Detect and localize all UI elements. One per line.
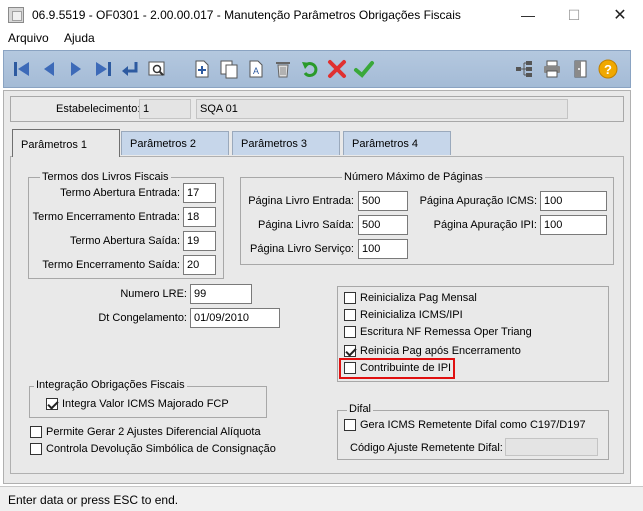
pagina-livro-saida-label: Página Livro Saída: (257, 219, 354, 231)
numero-lre-label: Numero LRE: (120, 288, 187, 300)
exit-icon[interactable] (568, 57, 592, 81)
checkbox-box (344, 292, 356, 304)
svg-text:?: ? (604, 62, 612, 77)
checkbox-box (30, 426, 42, 438)
app-icon (8, 7, 24, 23)
last-record-icon[interactable] (91, 57, 115, 81)
pagina-livro-entrada-label: Página Livro Entrada: (248, 195, 354, 207)
gera-icms-difal-checkbox[interactable]: Gera ICMS Remetente Difal como C197/D197 (344, 419, 586, 431)
highlight-box (339, 358, 455, 379)
checkbox-box (30, 443, 42, 455)
tab-parametros-1[interactable]: Parâmetros 1 (12, 129, 120, 157)
help-icon[interactable]: ? (596, 57, 620, 81)
pagina-apuracao-ipi-field[interactable]: 100 (540, 215, 607, 235)
dt-congelamento-label: Dt Congelamento: (98, 312, 187, 324)
checkbox-label: Reinicializa ICMS/IPI (360, 309, 463, 321)
print-icon[interactable] (540, 57, 564, 81)
termo-abertura-entrada-field[interactable]: 17 (183, 183, 216, 203)
checkbox-box (46, 398, 58, 410)
termo-encerramento-saida-label: Termo Encerramento Saída: (42, 259, 180, 271)
checkbox-label: Integra Valor ICMS Majorado FCP (62, 398, 229, 410)
previous-record-icon[interactable] (37, 57, 61, 81)
checkbox-label: Reinicia Pag após Encerramento (360, 345, 521, 357)
reinicia-pag-encerramento-checkbox[interactable]: Reinicia Pag após Encerramento (344, 345, 521, 357)
reinicializa-icms-ipi-checkbox[interactable]: Reinicializa ICMS/IPI (344, 309, 463, 321)
menu-arquivo[interactable]: Arquivo (8, 31, 49, 45)
copy-icon[interactable] (217, 57, 241, 81)
toolbar: A ? (3, 50, 631, 88)
pagina-livro-servico-label: Página Livro Serviço: (250, 243, 354, 255)
codigo-ajuste-difal-field (505, 438, 598, 456)
controla-devolucao-checkbox[interactable]: Controla Devolução Simbólica de Consigna… (30, 443, 276, 455)
difal-group-title: Difal (347, 403, 374, 415)
svg-text:A: A (253, 66, 259, 76)
termo-abertura-entrada-label: Termo Abertura Entrada: (60, 187, 180, 199)
confirm-icon[interactable] (352, 57, 376, 81)
termo-abertura-saida-label: Termo Abertura Saída: (69, 235, 180, 247)
estab-code-field: 1 (139, 99, 191, 119)
status-bar: Enter data or press ESC to end. (0, 486, 643, 511)
checkbox-label: Permite Gerar 2 Ajustes Diferencial Alíq… (46, 426, 261, 438)
pagina-apuracao-ipi-label: Página Apuração IPI: (433, 219, 537, 231)
view-icon[interactable] (145, 57, 169, 81)
checkbox-label: Reinicializa Pag Mensal (360, 292, 477, 304)
title-bar: 06.9.5519 - OF0301 - 2.00.00.017 - Manut… (0, 0, 643, 30)
estab-name-field: SQA 01 (196, 99, 568, 119)
checkbox-box (344, 419, 356, 431)
delete-icon[interactable] (271, 57, 295, 81)
pagina-livro-servico-field[interactable]: 100 (358, 239, 408, 259)
escritura-nf-remessa-checkbox[interactable]: Escritura NF Remessa Oper Triang (344, 326, 532, 338)
tree-icon[interactable] (512, 57, 536, 81)
dt-congelamento-field[interactable]: 01/09/2010 (190, 308, 280, 328)
termos-group-title: Termos dos Livros Fiscais (40, 171, 171, 183)
minimize-button[interactable]: — (505, 0, 551, 30)
codigo-ajuste-difal-label: Código Ajuste Remetente Difal: (350, 442, 503, 454)
close-button[interactable]: ✕ (597, 0, 643, 30)
pagina-apuracao-icms-field[interactable]: 100 (540, 191, 607, 211)
integra-valor-icms-checkbox[interactable]: Integra Valor ICMS Majorado FCP (46, 398, 229, 410)
tab-parametros-2[interactable]: Parâmetros 2 (121, 131, 229, 155)
checkbox-box (344, 326, 356, 338)
termo-encerramento-entrada-field[interactable]: 18 (183, 207, 216, 227)
tab-parametros-4[interactable]: Parâmetros 4 (343, 131, 451, 155)
permite-gerar-ajustes-checkbox[interactable]: Permite Gerar 2 Ajustes Diferencial Alíq… (30, 426, 261, 438)
checkbox-box (344, 345, 356, 357)
termo-encerramento-entrada-label: Termo Encerramento Entrada: (32, 211, 180, 223)
termo-abertura-saida-field[interactable]: 19 (183, 231, 216, 251)
checkbox-label: Controla Devolução Simbólica de Consigna… (46, 443, 276, 455)
paginas-group-title: Número Máximo de Páginas (342, 171, 485, 183)
status-text: Enter data or press ESC to end. (8, 493, 179, 507)
menu-bar: Arquivo Ajuda (0, 30, 643, 48)
pagina-apuracao-icms-label: Página Apuração ICMS: (419, 195, 537, 207)
checkbox-label: Gera ICMS Remetente Difal como C197/D197 (360, 419, 586, 431)
integracao-group-title: Integração Obrigações Fiscais (34, 379, 187, 391)
edit-icon[interactable]: A (244, 57, 268, 81)
pagina-livro-entrada-field[interactable]: 500 (358, 191, 408, 211)
checkbox-box (344, 309, 356, 321)
numero-lre-field[interactable]: 99 (190, 284, 252, 304)
return-icon[interactable] (118, 57, 142, 81)
menu-ajuda[interactable]: Ajuda (64, 31, 95, 45)
cancel-icon[interactable] (325, 57, 349, 81)
termo-encerramento-saida-field[interactable]: 20 (183, 255, 216, 275)
reinicializa-pag-mensal-checkbox[interactable]: Reinicializa Pag Mensal (344, 292, 477, 304)
estab-label: Estabelecimento: (56, 103, 141, 115)
checkbox-label: Escritura NF Remessa Oper Triang (360, 326, 532, 338)
window-title: 06.9.5519 - OF0301 - 2.00.00.017 - Manut… (32, 8, 461, 22)
new-icon[interactable] (190, 57, 214, 81)
maximize-button[interactable]: ☐ (551, 0, 597, 30)
undo-icon[interactable] (298, 57, 322, 81)
tab-parametros-3[interactable]: Parâmetros 3 (232, 131, 340, 155)
next-record-icon[interactable] (64, 57, 88, 81)
pagina-livro-saida-field[interactable]: 500 (358, 215, 408, 235)
first-record-icon[interactable] (10, 57, 34, 81)
